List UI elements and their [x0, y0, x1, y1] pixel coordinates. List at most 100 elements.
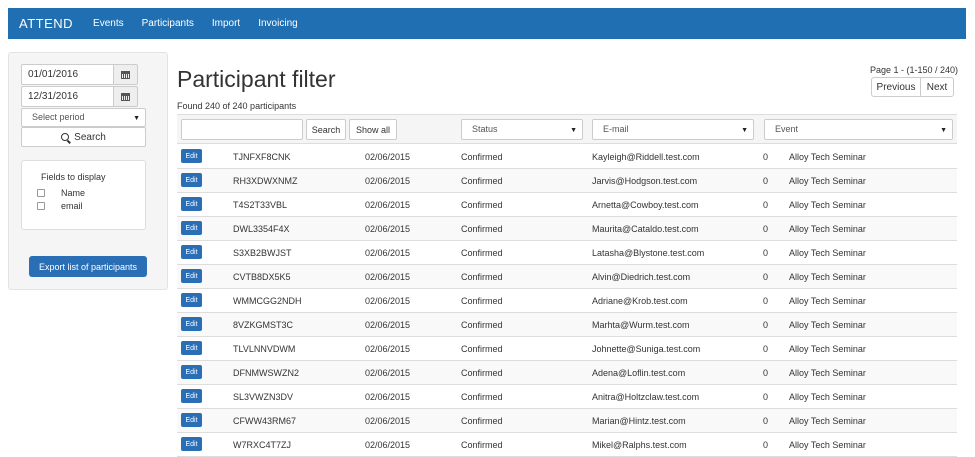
edit-button[interactable]: Edit — [181, 365, 202, 379]
participant-count: 0 — [763, 416, 769, 426]
participant-event: Alloy Tech Seminar — [789, 416, 866, 426]
field-option-email[interactable]: email — [37, 201, 83, 211]
nav-item-invoicing[interactable]: Invoicing — [258, 18, 297, 29]
pager: Previous Next — [871, 77, 954, 97]
table-row: Edit DFNMWSWZN2 02/06/2015 Confirmed Ade… — [177, 361, 957, 385]
participant-status: Confirmed — [461, 248, 503, 258]
participant-status: Confirmed — [461, 224, 503, 234]
edit-button[interactable]: Edit — [181, 437, 202, 451]
event-filter-select[interactable]: Event ▼ — [764, 119, 953, 140]
name-checkbox[interactable] — [37, 189, 45, 197]
participant-count: 0 — [763, 368, 769, 378]
pager-info: Page 1 - (1-150 / 240) — [869, 65, 958, 75]
search-icon — [61, 133, 70, 141]
participant-event: Alloy Tech Seminar — [789, 152, 866, 162]
participant-event: Alloy Tech Seminar — [789, 368, 866, 378]
edit-button[interactable]: Edit — [181, 317, 202, 331]
edit-button[interactable]: Edit — [181, 293, 202, 307]
date-to-input[interactable] — [21, 86, 113, 107]
participant-count: 0 — [763, 152, 769, 162]
participant-email: Adriane@Krob.test.com — [592, 296, 688, 306]
next-page-button[interactable]: Next — [921, 77, 954, 97]
participant-date: 02/06/2015 — [365, 368, 411, 378]
participant-email: Maurita@Cataldo.test.com — [592, 224, 699, 234]
edit-button[interactable]: Edit — [181, 245, 202, 259]
event-filter-label: Event — [775, 124, 799, 134]
participant-date: 02/06/2015 — [365, 440, 411, 450]
edit-button[interactable]: Edit — [181, 197, 202, 211]
brand-logo[interactable]: ATTEND — [19, 16, 73, 31]
participant-code: DWL3354F4X — [233, 224, 290, 234]
show-all-button[interactable]: Show all — [349, 119, 397, 140]
table-row: Edit S3XB2BWJST 02/06/2015 Confirmed Lat… — [177, 241, 957, 265]
table-row: Edit CFWW43RM67 02/06/2015 Confirmed Mar… — [177, 409, 957, 433]
participant-event: Alloy Tech Seminar — [789, 296, 866, 306]
participant-count: 0 — [763, 320, 769, 330]
participant-status: Confirmed — [461, 200, 503, 210]
participant-status: Confirmed — [461, 296, 503, 306]
participant-code: TJNFXF8CNK — [233, 152, 291, 162]
participant-email: Latasha@Blystone.test.com — [592, 248, 705, 258]
edit-button[interactable]: Edit — [181, 389, 202, 403]
participant-email: Adena@Loflin.test.com — [592, 368, 686, 378]
sidebar-search-button[interactable]: Search — [21, 127, 146, 147]
participant-email: Arnetta@Cowboy.test.com — [592, 200, 699, 210]
date-to-calendar-button[interactable] — [113, 86, 138, 107]
participant-email: Alvin@Diedrich.test.com — [592, 272, 691, 282]
participant-code: CFWW43RM67 — [233, 416, 297, 426]
participant-code: DFNMWSWZN2 — [233, 368, 299, 378]
participant-status: Confirmed — [461, 176, 503, 186]
nav-item-participants[interactable]: Participants — [142, 18, 194, 29]
participant-code: S3XB2BWJST — [233, 248, 292, 258]
participant-email: Marian@Hintz.test.com — [592, 416, 686, 426]
participant-date: 02/06/2015 — [365, 320, 411, 330]
participant-date: 02/06/2015 — [365, 224, 411, 234]
participant-date: 02/06/2015 — [365, 416, 411, 426]
previous-page-button[interactable]: Previous — [871, 77, 921, 97]
table-filter-bar: Search Show all Status ▼ E-mail ▼ Event … — [177, 114, 957, 144]
participant-status: Confirmed — [461, 440, 503, 450]
export-participants-button[interactable]: Export list of participants — [29, 256, 147, 277]
nav-item-import[interactable]: Import — [212, 18, 240, 29]
fields-to-display-title: Fields to display — [41, 172, 106, 182]
email-filter-select[interactable]: E-mail ▼ — [592, 119, 754, 140]
participant-count: 0 — [763, 344, 769, 354]
caret-down-icon: ▼ — [133, 115, 140, 122]
participant-date: 02/06/2015 — [365, 392, 411, 402]
table-search-input[interactable] — [181, 119, 303, 140]
nav-item-events[interactable]: Events — [93, 18, 124, 29]
field-option-name[interactable]: Name — [37, 188, 85, 198]
participant-status: Confirmed — [461, 368, 503, 378]
edit-button[interactable]: Edit — [181, 173, 202, 187]
edit-button[interactable]: Edit — [181, 413, 202, 427]
participant-event: Alloy Tech Seminar — [789, 224, 866, 234]
period-select[interactable]: Select period ▼ — [21, 108, 146, 127]
edit-button[interactable]: Edit — [181, 221, 202, 235]
participant-status: Confirmed — [461, 392, 503, 402]
date-to-group — [21, 86, 146, 107]
participant-count: 0 — [763, 392, 769, 402]
field-option-label: Name — [61, 188, 86, 198]
date-from-calendar-button[interactable] — [113, 64, 138, 85]
participant-email: Johnette@Suniga.test.com — [592, 344, 701, 354]
participant-event: Alloy Tech Seminar — [789, 344, 866, 354]
email-checkbox[interactable] — [37, 202, 45, 210]
participant-code: RH3XDWXNMZ — [233, 176, 298, 186]
table-search-button[interactable]: Search — [306, 119, 346, 140]
period-select-label: Select period — [32, 112, 85, 122]
top-navbar: ATTEND Events Participants Import Invoic… — [8, 8, 966, 39]
participant-date: 02/06/2015 — [365, 248, 411, 258]
edit-button[interactable]: Edit — [181, 149, 202, 163]
date-from-group — [21, 64, 146, 85]
email-filter-label: E-mail — [603, 124, 629, 134]
participant-email: Jarvis@Hodgson.test.com — [592, 176, 698, 186]
caret-down-icon: ▼ — [570, 127, 577, 134]
edit-button[interactable]: Edit — [181, 341, 202, 355]
caret-down-icon: ▼ — [741, 127, 748, 134]
participant-event: Alloy Tech Seminar — [789, 272, 866, 282]
edit-button[interactable]: Edit — [181, 269, 202, 283]
calendar-icon — [121, 70, 130, 79]
participant-count: 0 — [763, 176, 769, 186]
status-filter-select[interactable]: Status ▼ — [461, 119, 583, 140]
date-from-input[interactable] — [21, 64, 113, 85]
